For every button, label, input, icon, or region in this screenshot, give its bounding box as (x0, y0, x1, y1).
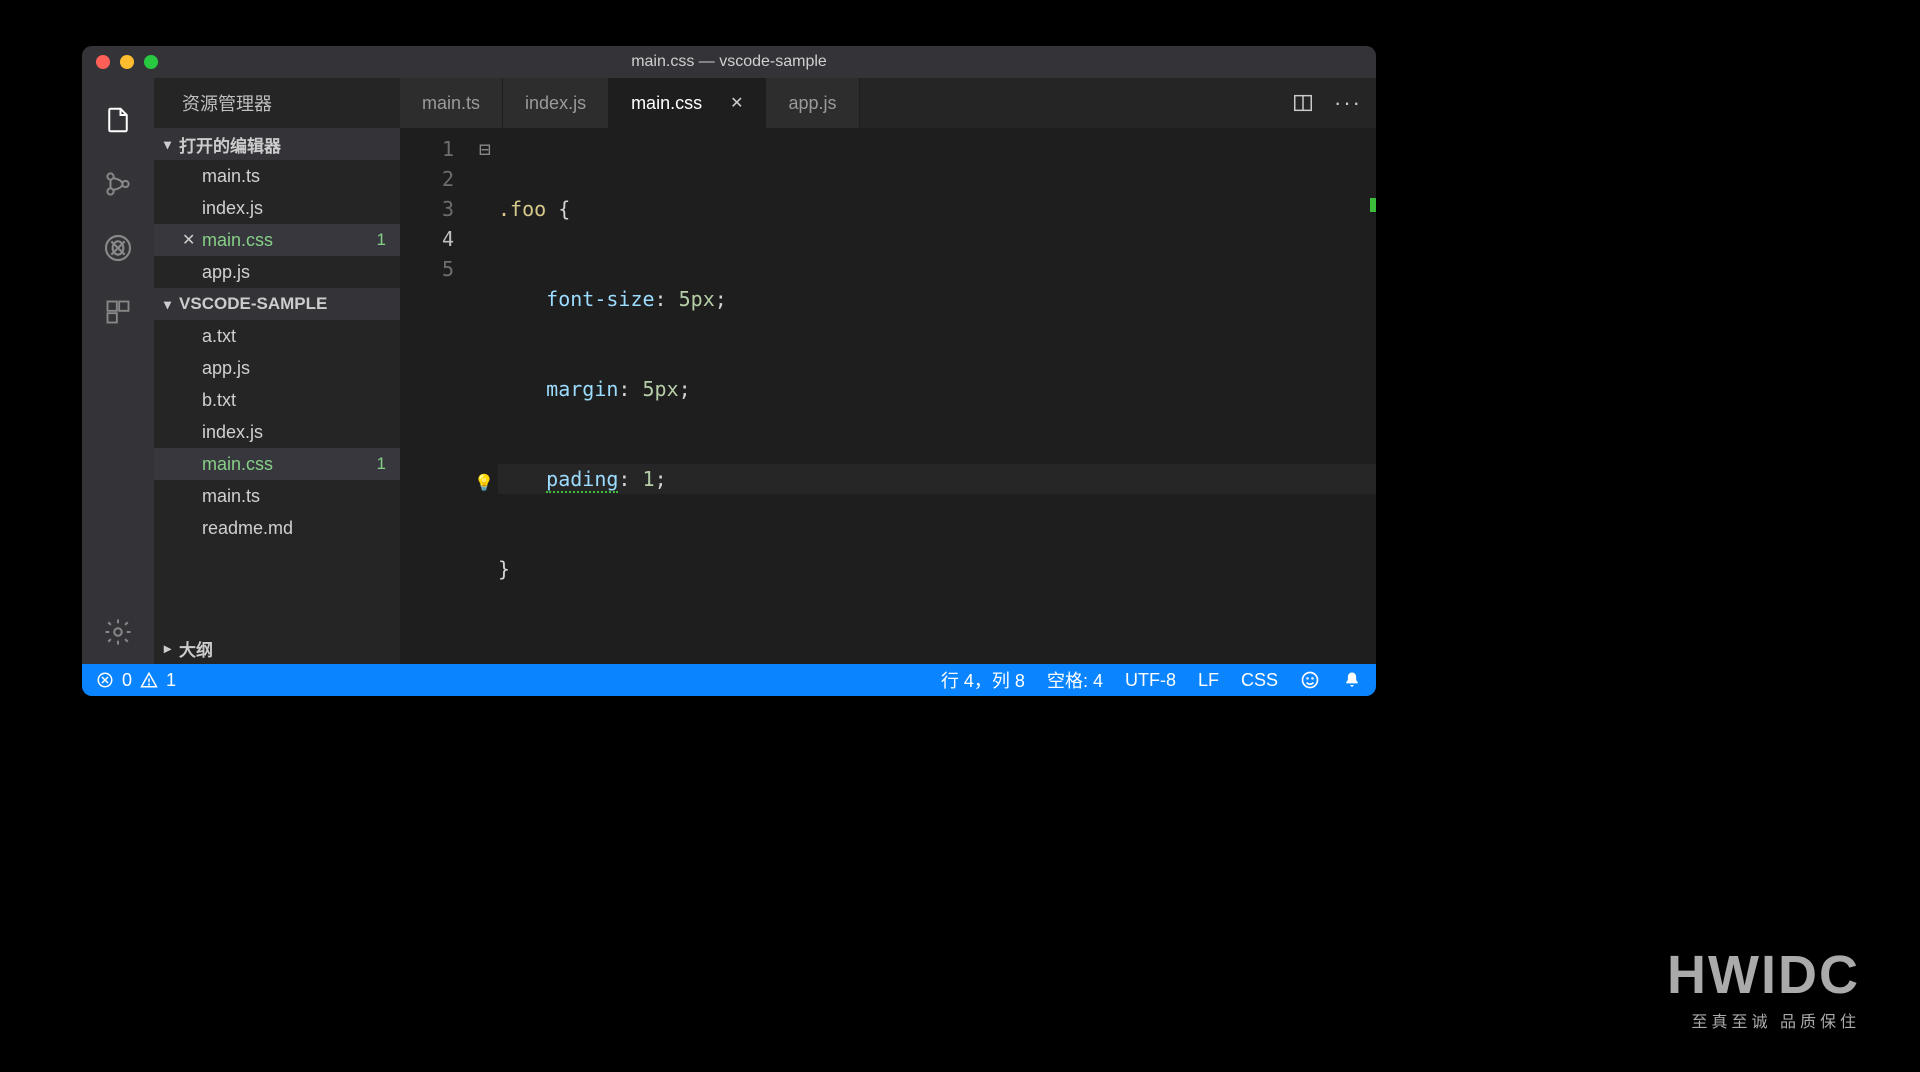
feedback-smiley-icon[interactable] (1300, 670, 1320, 690)
status-bar: 0 1 行 4，列 8 空格: 4 UTF-8 LF CSS (82, 664, 1376, 696)
css-property: font-size (546, 287, 654, 311)
vscode-window: main.css — vscode-sample 资源管理器 ▾ (82, 46, 1376, 696)
css-value: 5px (679, 287, 715, 311)
file-item[interactable]: index.js (154, 416, 400, 448)
warning-count[interactable]: 1 (166, 670, 176, 691)
line-number: 3 (400, 194, 454, 224)
line-number: 1 (400, 134, 454, 164)
warnings-icon[interactable] (140, 671, 158, 689)
explorer-icon[interactable] (82, 88, 154, 152)
lightbulb-icon[interactable]: 💡 (474, 468, 494, 498)
file-item[interactable]: readme.md (154, 512, 400, 544)
close-icon[interactable]: ✕ (730, 93, 743, 113)
settings-gear-icon[interactable] (82, 600, 154, 664)
file-name: app.js (202, 358, 250, 379)
close-window-button[interactable] (96, 55, 110, 69)
file-name: b.txt (202, 390, 236, 411)
file-item[interactable]: main.ts (154, 480, 400, 512)
brace: } (498, 557, 510, 581)
css-property-warning: pading (546, 467, 618, 493)
cursor-position[interactable]: 行 4，列 8 (941, 667, 1025, 693)
css-property: margin (546, 377, 618, 401)
split-editor-icon[interactable] (1292, 92, 1314, 114)
file-name: index.js (202, 422, 263, 443)
open-editor-item[interactable]: app.js (154, 256, 400, 288)
outline-header[interactable]: ▸ 大纲 (154, 632, 400, 664)
tab-label: index.js (525, 93, 586, 114)
eol[interactable]: LF (1198, 670, 1219, 691)
open-editor-item[interactable]: main.ts (154, 160, 400, 192)
maximize-window-button[interactable] (144, 55, 158, 69)
file-name: readme.md (202, 518, 293, 539)
tab-label: app.js (788, 93, 836, 114)
file-item[interactable]: main.css 1 (154, 448, 400, 480)
modified-badge: 1 (377, 230, 386, 250)
css-value: 1 (643, 467, 655, 491)
fold-icon[interactable]: ⊟ (472, 134, 498, 164)
tab-main-ts[interactable]: main.ts (400, 78, 503, 128)
scroll-marker (1370, 198, 1376, 212)
error-count[interactable]: 0 (122, 670, 132, 691)
watermark-tagline: 至真至诚 品质保住 (1667, 1008, 1860, 1032)
fold-gutter: ⊟ (472, 128, 498, 664)
tab-app-js[interactable]: app.js (766, 78, 859, 128)
debug-icon[interactable] (82, 216, 154, 280)
file-item[interactable]: app.js (154, 352, 400, 384)
line-number: 2 (400, 164, 454, 194)
outline-label: 大纲 (179, 636, 213, 661)
tab-index-js[interactable]: index.js (503, 78, 609, 128)
sidebar-title: 资源管理器 (154, 78, 400, 128)
source-control-icon[interactable] (82, 152, 154, 216)
open-editors-label: 打开的编辑器 (179, 132, 281, 157)
code-content[interactable]: .foo { font-size: 5px; margin: 5px; 💡 pa… (498, 128, 1376, 664)
workspace-header[interactable]: ▾ VSCODE-SAMPLE (154, 288, 400, 320)
open-editor-item[interactable]: index.js (154, 192, 400, 224)
file-item[interactable]: b.txt (154, 384, 400, 416)
tab-label: main.ts (422, 93, 480, 114)
encoding[interactable]: UTF-8 (1125, 670, 1176, 691)
editor-area: main.ts index.js main.css ✕ app.js ··· 1 (400, 78, 1376, 664)
open-editor-item[interactable]: ✕ main.css 1 (154, 224, 400, 256)
brace: { (546, 197, 570, 221)
window-title: main.css — vscode-sample (82, 53, 1376, 71)
tab-label: main.css (631, 93, 702, 114)
close-icon[interactable]: ✕ (182, 230, 195, 250)
css-value: 5px (643, 377, 679, 401)
titlebar: main.css — vscode-sample (82, 46, 1376, 78)
file-item[interactable]: a.txt (154, 320, 400, 352)
code-editor[interactable]: 1 2 3 4 5 ⊟ .foo { font-size: 5px; margi… (400, 128, 1376, 664)
traffic-lights (82, 55, 158, 69)
tab-bar: main.ts index.js main.css ✕ app.js ··· (400, 78, 1376, 128)
file-name: a.txt (202, 326, 236, 347)
chevron-down-icon: ▾ (164, 296, 171, 313)
language-mode[interactable]: CSS (1241, 670, 1278, 691)
chevron-right-icon: ▸ (164, 640, 171, 657)
more-actions-icon[interactable]: ··· (1334, 90, 1362, 116)
css-selector: .foo (498, 197, 546, 221)
modified-badge: 1 (377, 454, 386, 474)
open-editors-header[interactable]: ▾ 打开的编辑器 (154, 128, 400, 160)
line-number: 5 (400, 254, 454, 284)
indentation[interactable]: 空格: 4 (1047, 667, 1103, 693)
file-name: main.css (202, 230, 273, 251)
line-number-gutter: 1 2 3 4 5 (400, 128, 472, 664)
file-name: main.ts (202, 486, 260, 507)
workspace-label: VSCODE-SAMPLE (179, 294, 327, 314)
watermark: HWIDC 至真至诚 品质保住 (1667, 944, 1860, 1032)
file-name: main.css (202, 454, 273, 475)
notifications-bell-icon[interactable] (1342, 670, 1362, 690)
file-name: app.js (202, 262, 250, 283)
minimize-window-button[interactable] (120, 55, 134, 69)
tab-main-css[interactable]: main.css ✕ (609, 78, 766, 128)
activity-bar (82, 78, 154, 664)
file-name: index.js (202, 198, 263, 219)
extensions-icon[interactable] (82, 280, 154, 344)
watermark-logo: HWIDC (1667, 944, 1860, 1006)
chevron-down-icon: ▾ (164, 136, 171, 153)
errors-icon[interactable] (96, 671, 114, 689)
sidebar: 资源管理器 ▾ 打开的编辑器 main.ts index.js ✕ main.c… (154, 78, 400, 664)
file-name: main.ts (202, 166, 260, 187)
line-number: 4 (400, 224, 454, 254)
